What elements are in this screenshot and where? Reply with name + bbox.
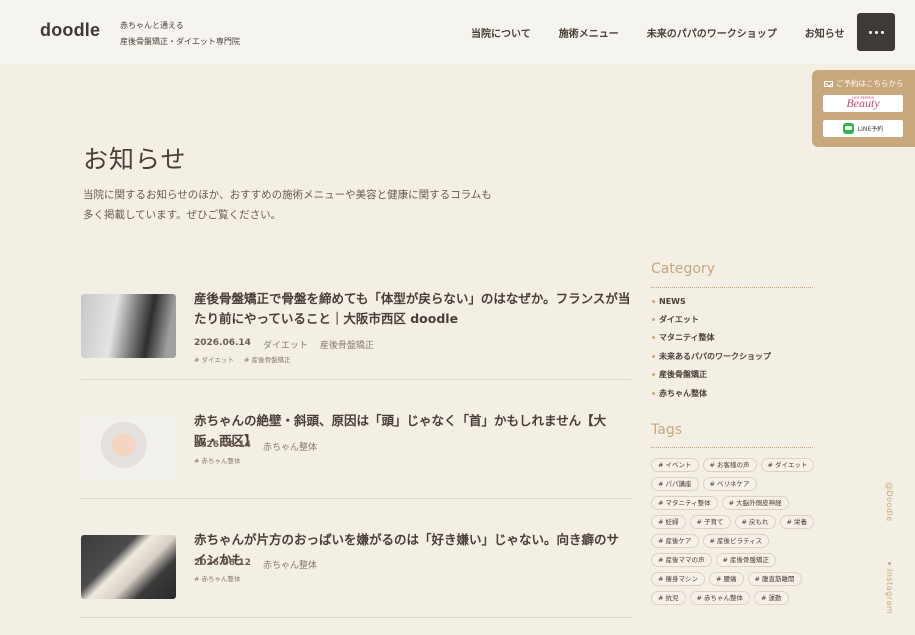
page-description: 当院に関するお知らせのほか、おすすめの施術メニューや美容と健康に関するコラムも …	[83, 185, 503, 225]
category-postpartum-pelvis[interactable]: 産後骨盤矯正	[652, 366, 771, 384]
article-category[interactable]: 赤ちゃん整体	[263, 440, 317, 453]
tagline-line1: 赤ちゃんと通える	[120, 21, 184, 30]
tags-divider	[651, 447, 813, 448]
more-horizontal-icon	[868, 30, 872, 34]
category-diet[interactable]: ダイエット	[652, 310, 771, 328]
category-maternity[interactable]: マタニティ整体	[652, 329, 771, 347]
page-title: お知らせ	[83, 145, 187, 174]
tag-chip[interactable]: # パパ講座	[651, 477, 699, 491]
tag-chip[interactable]: # ベリネケア	[702, 477, 757, 491]
article-category[interactable]: ダイエット	[263, 338, 308, 351]
page-desc-line2: 多く掲載しています。ぜひご覧ください。	[83, 209, 282, 221]
tag-chip[interactable]: # 産後ピラティス	[702, 534, 770, 548]
tag-chip[interactable]: # 産後骨盤矯正	[715, 553, 777, 567]
article-category[interactable]: 産後骨盤矯正	[320, 338, 374, 351]
category-baby-seitai[interactable]: 赤ちゃん整体	[652, 384, 771, 402]
category-news[interactable]: NEWS	[652, 292, 771, 310]
article-item[interactable]: 赤ちゃんが片方のおっぱいを嫌がるのは「好き嫌い」じゃない。向き癖のサインかも 2…	[81, 529, 631, 618]
tag-chip[interactable]: # 抗児	[651, 591, 686, 605]
article-meta: 2026.06.14 ダイエット 産後骨盤矯正	[194, 338, 374, 351]
reservation-widget: ご予約はこちらから HOT PEPPER Beauty LINE予約	[812, 70, 915, 147]
more-dot	[880, 30, 884, 34]
category-heading: Category	[651, 261, 715, 277]
tag-chip[interactable]: # 運動	[754, 591, 789, 605]
tag-chip[interactable]: # 妊婦	[651, 515, 686, 529]
article-meta: 2026.06.12 赤ちゃん整体	[194, 558, 317, 571]
article-thumbnail[interactable]	[81, 535, 176, 599]
menu-button[interactable]	[857, 13, 895, 51]
category-divider	[651, 287, 813, 288]
line-reserve-label: LINE予約	[857, 126, 884, 133]
tag-chip[interactable]: # 戻もれ	[734, 515, 776, 529]
line-icon	[842, 123, 854, 134]
tag-chip[interactable]: # イベント	[651, 458, 699, 472]
tag-chip[interactable]: # マタニティ整体	[651, 496, 718, 510]
dot-icon	[887, 562, 891, 565]
article-tag[interactable]: # 赤ちゃん整体	[194, 455, 241, 465]
page-desc-line1: 当院に関するお知らせのほか、おすすめの施術メニューや美容と健康に関するコラムも	[83, 189, 492, 201]
article-title[interactable]: 産後骨盤矯正で骨盤を締めても「体型が戻らない」のはなぜか。フランスが当たり前にや…	[194, 289, 631, 329]
site-tagline: 赤ちゃんと通える 産後骨盤矯正・ダイエット専門院	[120, 18, 240, 50]
reservation-title: ご予約はこちらから	[824, 78, 904, 89]
article-tags: # 赤ちゃん整体	[194, 573, 241, 583]
tag-chip[interactable]: # 産後ケア	[651, 534, 699, 548]
article-date: 2026.06.14	[194, 440, 251, 450]
instagram-label: Instagram	[885, 569, 894, 615]
hotpepper-label: HOT PEPPER	[852, 96, 874, 100]
tag-chip[interactable]: # ダイエット	[760, 458, 815, 472]
tag-chip[interactable]: # 痩身マシン	[651, 572, 706, 586]
doodle-social-link[interactable]: @Doodle	[885, 482, 894, 522]
nav-menu[interactable]: 施術メニュー	[559, 25, 619, 40]
article-category[interactable]: 赤ちゃん整体	[263, 558, 317, 571]
site-logo[interactable]: doodle	[40, 20, 100, 41]
nav-workshop[interactable]: 未来のパパのワークショップ	[647, 25, 777, 40]
category-papa-workshop[interactable]: 未来あるパパのワークショップ	[652, 347, 771, 365]
hotpepper-beauty-button[interactable]: HOT PEPPER Beauty	[823, 95, 903, 112]
reservation-title-text: ご予約はこちらから	[836, 79, 904, 88]
article-date: 2026.06.14	[194, 338, 251, 348]
tag-chip[interactable]: # 腹直筋離開	[747, 572, 802, 586]
tag-chip[interactable]: # 栄養	[779, 515, 815, 529]
article-tags: # 赤ちゃん整体	[194, 455, 241, 465]
more-dot	[874, 30, 878, 34]
tag-cloud: # イベント # お客様の声 # ダイエット # パパ講座 # ベリネケア # …	[651, 458, 816, 605]
article-thumbnail[interactable]	[81, 416, 176, 480]
tag-chip[interactable]: # 子育て	[689, 515, 731, 529]
nav-about[interactable]: 当院について	[471, 25, 531, 40]
mail-icon	[824, 80, 833, 87]
site-header: doodle 赤ちゃんと通える 産後骨盤矯正・ダイエット専門院 当院について 施…	[0, 0, 915, 64]
article-tag[interactable]: # 赤ちゃん整体	[194, 573, 241, 583]
instagram-link[interactable]: Instagram	[885, 562, 894, 614]
article-tags: # ダイエット # 産後骨盤矯正	[194, 354, 290, 364]
article-tag[interactable]: # ダイエット	[194, 354, 234, 364]
tag-chip[interactable]: # 産後ママの声	[651, 553, 712, 567]
tag-chip[interactable]: # 腰痛	[709, 572, 744, 586]
article-date: 2026.06.12	[194, 558, 251, 568]
line-reserve-button[interactable]: LINE予約	[823, 120, 903, 137]
category-list: NEWS ダイエット マタニティ整体 未来あるパパのワークショップ 産後骨盤矯正…	[652, 292, 771, 402]
tags-heading: Tags	[651, 422, 682, 438]
tag-chip[interactable]: # お客様の声	[702, 458, 757, 472]
article-item[interactable]: 産後骨盤矯正で骨盤を締めても「体型が戻らない」のはなぜか。フランスが当たり前にや…	[81, 288, 631, 380]
article-thumbnail[interactable]	[81, 294, 176, 358]
tag-chip[interactable]: # 大脳外側皮神経	[721, 496, 789, 510]
nav-news[interactable]: お知らせ	[805, 25, 845, 40]
main-nav: 当院について 施術メニュー 未来のパパのワークショップ お知らせ	[471, 25, 845, 40]
article-item[interactable]: 赤ちゃんの絶壁・斜頭、原因は「頭」じゃなく「首」かもしれません【大阪・西区】 2…	[81, 410, 631, 499]
tagline-line2: 産後骨盤矯正・ダイエット専門院	[120, 37, 240, 46]
tag-chip[interactable]: # 赤ちゃん整体	[689, 591, 751, 605]
article-meta: 2026.06.14 赤ちゃん整体	[194, 440, 317, 453]
article-tag[interactable]: # 産後骨盤矯正	[244, 354, 291, 364]
